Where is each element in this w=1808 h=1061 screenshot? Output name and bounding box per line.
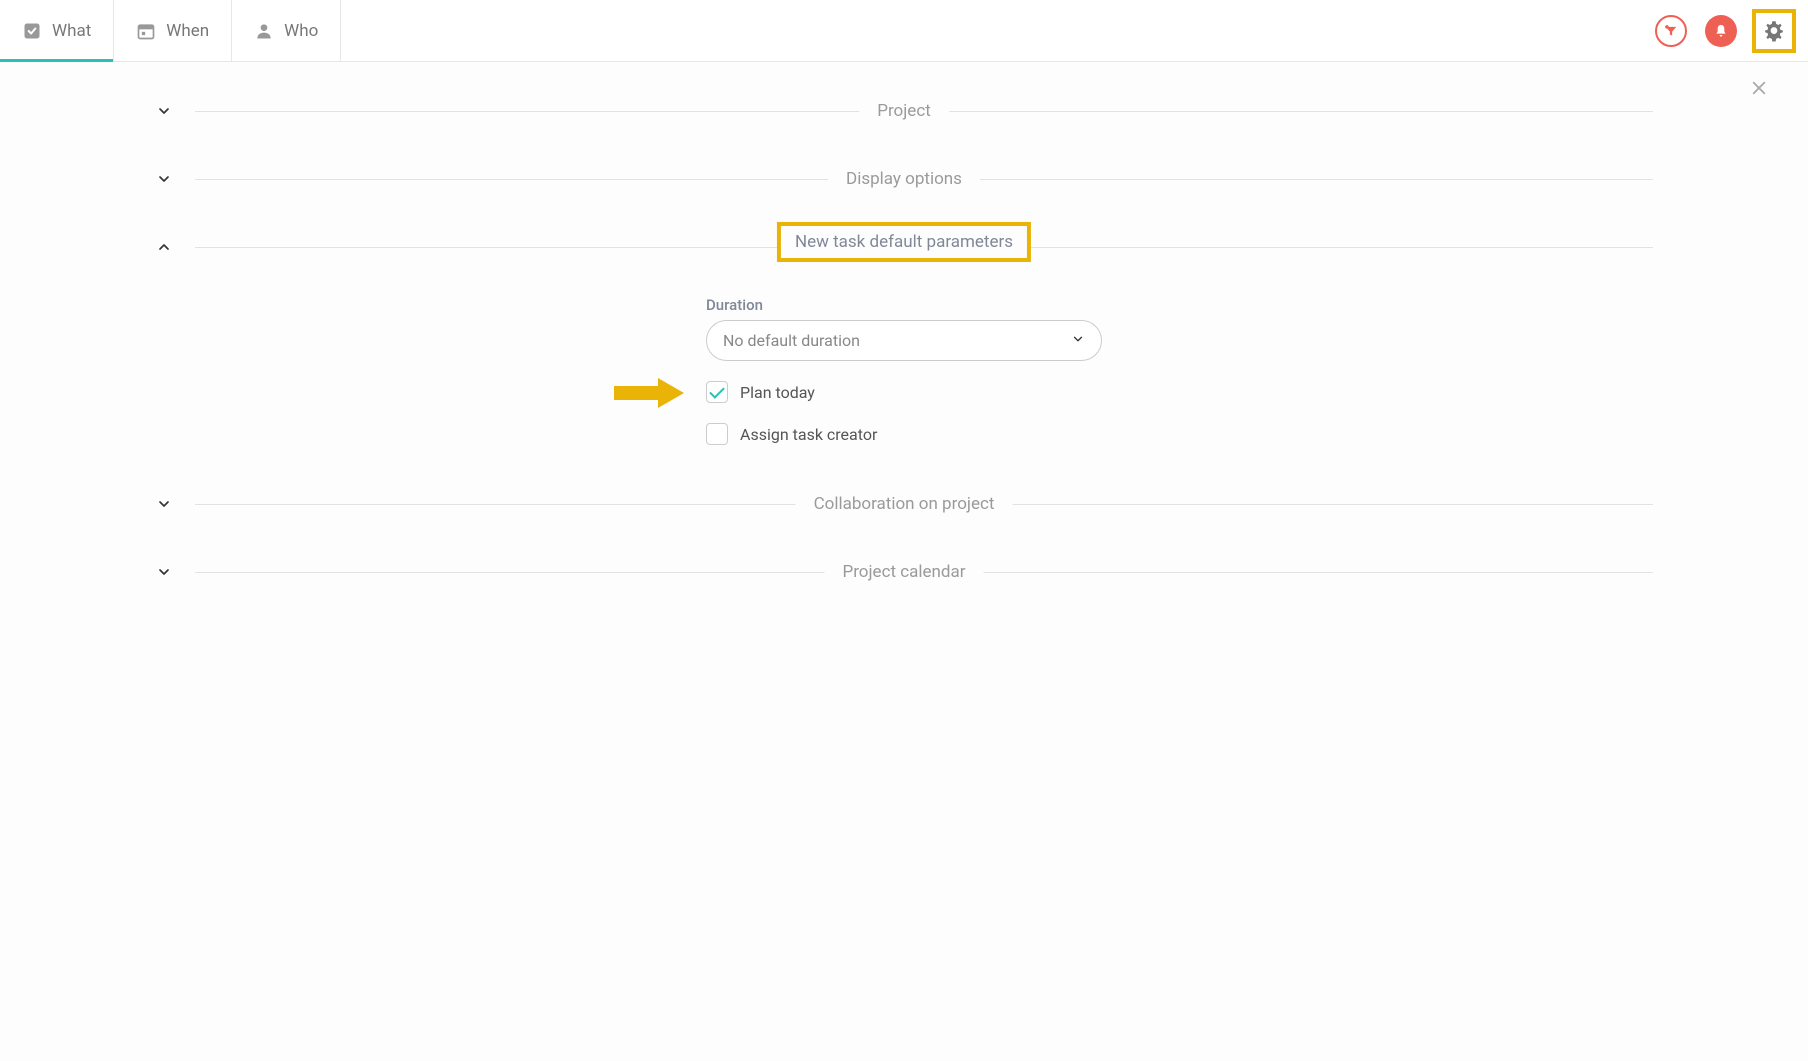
- plan-today-checkbox[interactable]: [706, 381, 728, 403]
- gear-icon: [1763, 20, 1785, 42]
- duration-label: Duration: [706, 296, 1102, 314]
- section-calendar-title: Project calendar: [842, 562, 965, 582]
- section-calendar-title-wrap: Project calendar: [824, 562, 983, 582]
- tab-when-label: When: [166, 21, 209, 41]
- chevron-down-icon: [155, 170, 173, 188]
- section-project: Project: [155, 92, 1653, 130]
- chevron-down-icon: [155, 495, 173, 513]
- section-newtask-header[interactable]: New task default parameters: [155, 228, 1653, 266]
- header-actions: [1652, 9, 1808, 53]
- settings-content: Project Display options New task default…: [0, 62, 1808, 591]
- person-icon: [254, 21, 274, 41]
- filter-button[interactable]: [1652, 12, 1690, 50]
- settings-button-highlight: [1752, 9, 1796, 53]
- section-collab-title-wrap: Collaboration on project: [796, 494, 1013, 514]
- assign-creator-label[interactable]: Assign task creator: [740, 425, 877, 444]
- section-newtask-highlight: New task default parameters: [777, 222, 1031, 262]
- calendar-icon: [136, 21, 156, 41]
- tab-what-label: What: [52, 21, 91, 41]
- section-display-header[interactable]: Display options: [155, 160, 1653, 198]
- tab-who[interactable]: Who: [232, 0, 341, 61]
- assign-creator-checkbox[interactable]: [706, 423, 728, 445]
- notifications-button[interactable]: [1702, 12, 1740, 50]
- filter-icon: [1655, 15, 1687, 47]
- section-calendar-header[interactable]: Project calendar: [155, 553, 1653, 591]
- bell-icon: [1705, 15, 1737, 47]
- section-display: Display options: [155, 160, 1653, 198]
- duration-select[interactable]: No default duration: [706, 320, 1102, 361]
- section-display-title: Display options: [846, 169, 962, 189]
- section-collab-title: Collaboration on project: [814, 494, 995, 514]
- header: What When Who: [0, 0, 1808, 62]
- settings-button[interactable]: [1756, 13, 1792, 49]
- assign-creator-row: Assign task creator: [706, 423, 1102, 445]
- chevron-down-icon: [1071, 331, 1085, 350]
- section-calendar: Project calendar: [155, 553, 1653, 591]
- chevron-down-icon: [155, 563, 173, 581]
- section-project-title: Project: [877, 101, 931, 121]
- section-collab-header[interactable]: Collaboration on project: [155, 485, 1653, 523]
- section-collab: Collaboration on project: [155, 485, 1653, 523]
- arrow-callout: [614, 378, 684, 408]
- section-newtask-body: Duration No default duration: [155, 266, 1653, 455]
- chevron-down-icon: [155, 102, 173, 120]
- chevron-up-icon: [155, 238, 173, 256]
- tab-who-label: Who: [284, 21, 318, 41]
- section-newtask-title: New task default parameters: [795, 232, 1013, 252]
- section-project-title-wrap: Project: [859, 101, 949, 121]
- arrow-icon: [614, 378, 684, 408]
- duration-form-group: Duration No default duration: [706, 296, 1102, 445]
- tab-when[interactable]: When: [114, 0, 232, 61]
- plan-today-row: Plan today: [706, 381, 1102, 403]
- plan-today-label[interactable]: Plan today: [740, 383, 815, 402]
- section-display-title-wrap: Display options: [828, 169, 980, 189]
- check-icon: [22, 21, 42, 41]
- section-newtask: New task default parameters Duration No …: [155, 228, 1653, 455]
- tab-what[interactable]: What: [0, 0, 114, 61]
- duration-placeholder: No default duration: [723, 331, 860, 350]
- tabs: What When Who: [0, 0, 341, 61]
- section-project-header[interactable]: Project: [155, 92, 1653, 130]
